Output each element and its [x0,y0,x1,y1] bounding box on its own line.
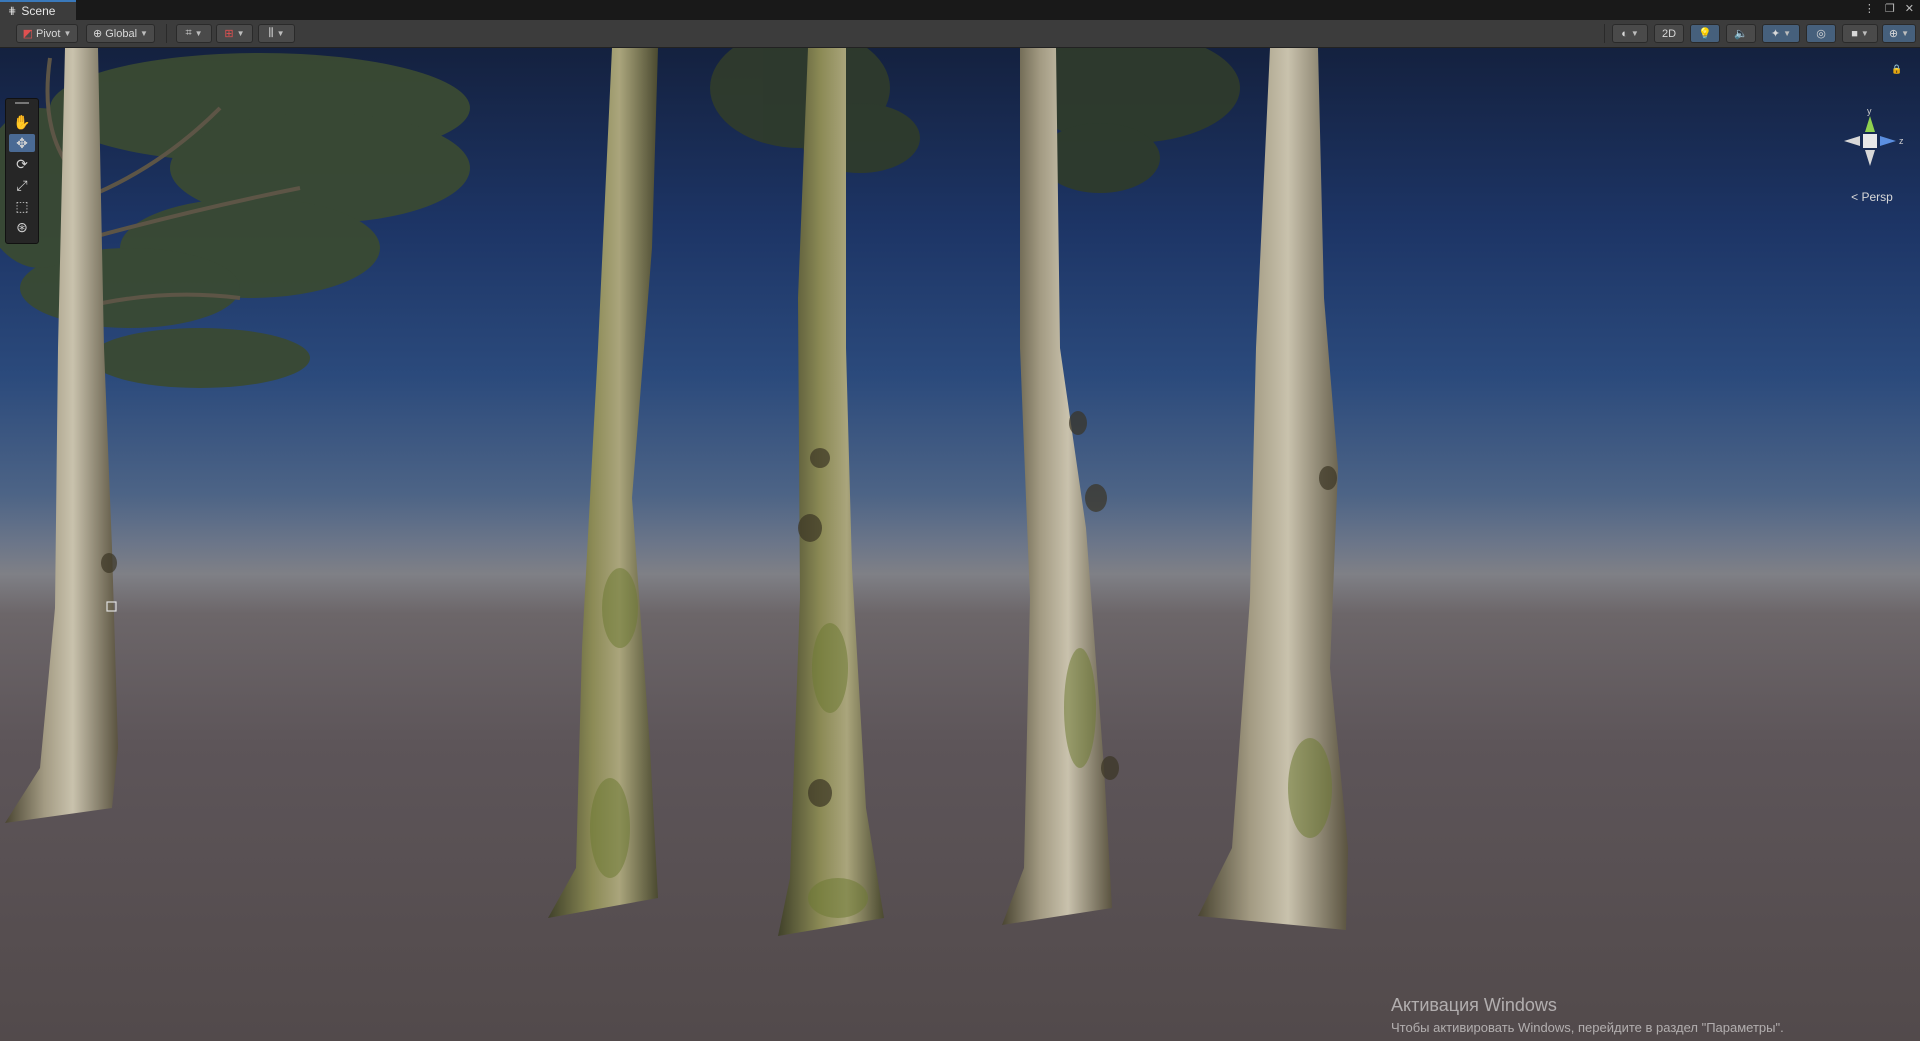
tab-scene-label: Scene [21,4,56,18]
hand-icon: ✋ [13,113,31,130]
chevron-down-icon: ▼ [1630,29,1639,38]
chevron-down-icon: ▼ [1860,29,1869,38]
tab-actions: ⋮ ❐ ✕ [1864,2,1914,15]
globe-icon: ⊕ [93,28,103,40]
orientation-gizmo[interactable]: y z [1832,106,1908,186]
chevron-down-icon: ▼ [1901,29,1910,38]
tools-overlay: ✋ ✥ ⟳ ⤢ ⬚ ⊛ [5,98,39,244]
gizmo-z-label: z [1899,136,1904,146]
camera-icon: ■ [1851,27,1858,40]
windows-activation-watermark: Активация Windows Чтобы активировать Win… [1391,995,1784,1035]
gizmo-y-label: y [1867,106,1872,116]
rotate-icon: ⟳ [16,155,28,172]
tab-bar: ⋕ Scene ⋮ ❐ ✕ [0,0,1920,21]
global-label: Global [105,27,138,40]
grid-icon: ⌗ [185,27,192,39]
eye-slash-icon: ◎ [1816,28,1826,40]
scene-trees [0,48,1348,936]
more-options-icon[interactable]: ⋮ [1864,2,1875,15]
global-dropdown[interactable]: ⊕ Global ▼ [86,24,155,43]
gizmo-z-arrow[interactable] [1880,136,1896,146]
light-bulb-icon: 💡 [1698,28,1712,40]
rect-tool-button[interactable]: ⬚ [9,197,35,215]
rotate-tool-button[interactable]: ⟳ [9,155,35,173]
watermark-title: Активация Windows [1391,995,1557,1015]
audio-toggle[interactable]: 🔈 [1726,24,1756,43]
chevron-left-icon: < [1851,190,1859,204]
scene-visibility-toggle[interactable]: ◎ [1806,24,1836,43]
move-tool-button[interactable]: ✥ [9,134,35,152]
increment-snap-icon: ⫼ [268,27,274,39]
foliage-center [710,48,1240,193]
projection-toggle[interactable]: < Persp [1834,190,1910,204]
transform-icon: ⊛ [16,218,28,235]
toolbar-divider [166,24,167,43]
2d-label: 2D [1661,27,1677,40]
draw-mode-dropdown[interactable]: ◐ ▼ [1612,24,1648,43]
moss-patches [590,568,1332,918]
transform-tool-button[interactable]: ⊛ [9,218,35,236]
pivot-label: Pivot [36,27,61,40]
grid-icon: ⋕ [8,5,17,17]
gizmo-y-arrow[interactable] [1865,116,1875,132]
move-icon: ✥ [16,134,28,151]
chevron-down-icon: ▼ [276,29,285,38]
effects-icon: ✦ [1770,28,1781,40]
projection-label: Persp [1861,190,1893,204]
maximize-icon[interactable]: ❐ [1885,2,1895,15]
drag-handle[interactable] [15,102,29,104]
chevron-down-icon: ▼ [140,29,148,38]
effects-dropdown[interactable]: ✦ ▼ [1762,24,1800,43]
2d-toggle[interactable]: 2D [1654,24,1684,43]
toolbar-divider [1604,24,1605,43]
bark-knots [101,411,1337,807]
chevron-down-icon: ▼ [236,29,245,38]
snap-grid-icon: ⊞ [224,28,234,40]
snap-grid-button[interactable]: ⊞ ▼ [216,24,253,43]
scale-icon: ⤢ [16,176,28,193]
lock-icon[interactable]: 🔒 [1891,64,1902,75]
shading-icon: ◐ [1621,27,1628,40]
rect-icon: ⬚ [15,197,29,214]
scale-tool-button[interactable]: ⤢ [9,176,35,194]
pivot-icon: ◩ [22,28,33,40]
gizmo-neg-x-arrow[interactable] [1844,136,1860,146]
lighting-toggle[interactable]: 💡 [1690,24,1720,43]
chevron-down-icon: ▼ [63,29,72,38]
grid-visibility-button[interactable]: ⌗ ▼ [176,24,212,43]
tree-trunk-3 [778,48,884,936]
tab-scene[interactable]: ⋕ Scene [0,0,76,20]
pivot-dropdown[interactable]: ◩ Pivot ▼ [16,24,78,43]
audio-icon: 🔈 [1734,28,1748,40]
chevron-down-icon: ▼ [194,29,203,38]
hand-tool-button[interactable]: ✋ [9,113,35,131]
close-icon[interactable]: ✕ [1905,2,1914,15]
increment-snap-button[interactable]: ⫼ ▼ [258,24,295,43]
watermark-subtitle: Чтобы активировать Windows, перейдите в … [1391,1020,1784,1035]
camera-dropdown[interactable]: ■ ▼ [1842,24,1878,43]
scene-viewport[interactable]: ✋ ✥ ⟳ ⤢ ⬚ ⊛ y z < Persp 🔒 Активация Wind… [0,48,1920,1041]
gizmo-neg-y-arrow[interactable] [1865,150,1875,166]
gizmo-center-cube[interactable] [1863,134,1877,148]
gizmos-dropdown[interactable]: ⊕ ▼ [1882,24,1916,43]
scene-toolbar: ◩ Pivot ▼ ⊕ Global ▼ ⌗ ▼ ⊞ ▼ ⫼ ▼ ◐ ▼ 2D … [0,20,1920,48]
gizmos-icon: ⊕ [1888,28,1899,40]
chevron-down-icon: ▼ [1783,29,1792,38]
